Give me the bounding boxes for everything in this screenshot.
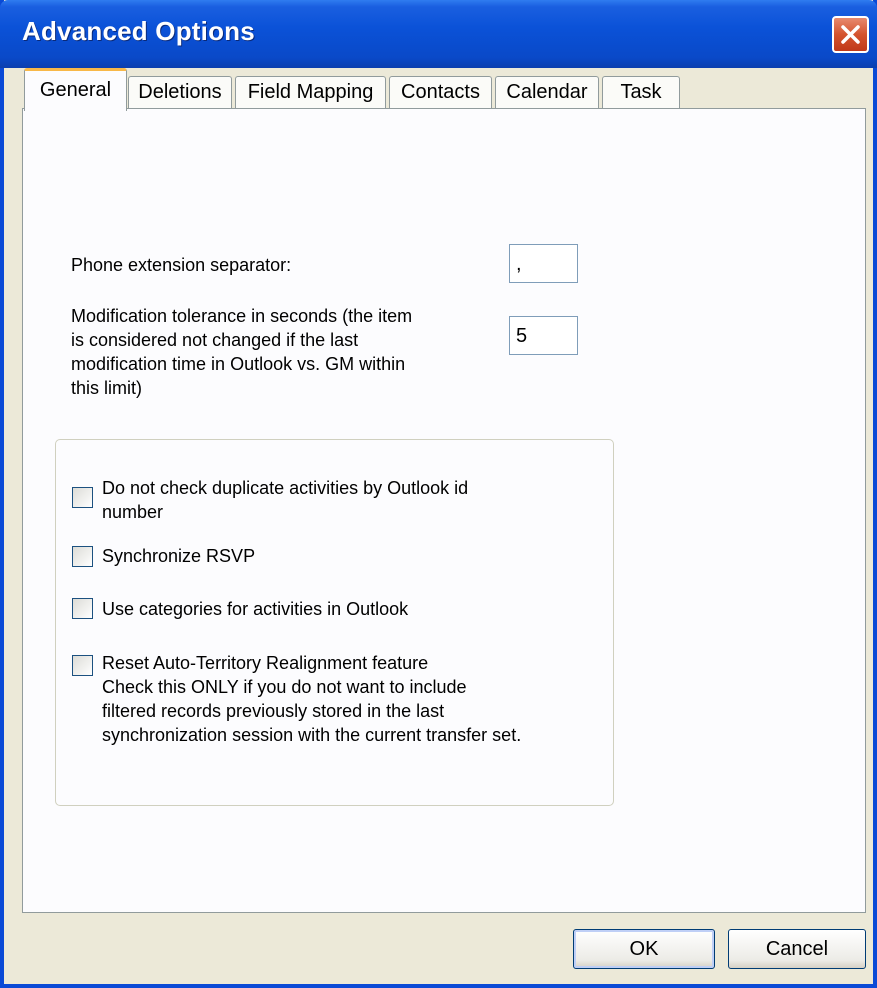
phone-separator-input[interactable]: , (509, 244, 578, 283)
tab-calendar[interactable]: Calendar (495, 76, 599, 108)
modification-tolerance-input[interactable]: 5 (509, 316, 578, 355)
tab-general[interactable]: General (24, 68, 127, 111)
tab-label: Field Mapping (247, 81, 374, 103)
duplicate-activities-checkbox[interactable] (72, 487, 93, 508)
tab-label: General (39, 79, 112, 101)
label-line: synchronization session with the current… (102, 725, 522, 745)
title-bar[interactable]: Advanced Options (0, 0, 877, 68)
label-line: filtered records previously stored in th… (102, 701, 445, 721)
reset-territory-label[interactable]: Reset Auto-Territory Realignment feature… (102, 651, 602, 747)
tab-deletions[interactable]: Deletions (128, 76, 232, 108)
cancel-button[interactable]: Cancel (728, 929, 866, 969)
tab-field-mapping[interactable]: Field Mapping (235, 76, 386, 108)
use-categories-checkbox[interactable] (72, 598, 93, 619)
label-line: is considered not changed if the last (71, 330, 359, 350)
tab-task[interactable]: Task (602, 76, 680, 108)
tab-label: Contacts (401, 81, 480, 103)
tab-label: Deletions (138, 81, 222, 103)
window-title: Advanced Options (22, 16, 255, 46)
general-tab-panel: Phone extension separator: , Modificatio… (22, 108, 866, 913)
label-line: Modification tolerance in seconds (the i… (71, 306, 413, 326)
tab-contacts[interactable]: Contacts (389, 76, 492, 108)
phone-separator-label: Phone extension separator: (71, 255, 292, 275)
close-button[interactable] (832, 16, 869, 53)
close-icon (841, 25, 860, 44)
modification-tolerance-label: Modification tolerance in seconds (the i… (71, 304, 491, 400)
tab-label: Calendar (506, 81, 588, 103)
label-line: modification time in Outlook vs. GM with… (71, 354, 406, 374)
label-line: Do not check duplicate activities by Out… (102, 478, 469, 498)
duplicate-activities-label[interactable]: Do not check duplicate activities by Out… (102, 476, 602, 524)
label-line: Check this ONLY if you do not want to in… (102, 677, 467, 697)
label-line: Reset Auto-Territory Realignment feature (102, 653, 429, 673)
options-groupbox: Do not check duplicate activities by Out… (55, 439, 614, 806)
advanced-options-dialog: Advanced Options General Deletions Field… (0, 0, 877, 988)
label-line: number (102, 502, 164, 522)
label-line: this limit) (71, 378, 142, 398)
ok-button[interactable]: OK (573, 929, 715, 969)
tab-label: Task (620, 81, 662, 103)
reset-territory-checkbox[interactable] (72, 655, 93, 676)
synchronize-rsvp-label[interactable]: Synchronize RSVP (102, 544, 255, 568)
use-categories-label[interactable]: Use categories for activities in Outlook (102, 597, 408, 621)
synchronize-rsvp-checkbox[interactable] (72, 546, 93, 567)
